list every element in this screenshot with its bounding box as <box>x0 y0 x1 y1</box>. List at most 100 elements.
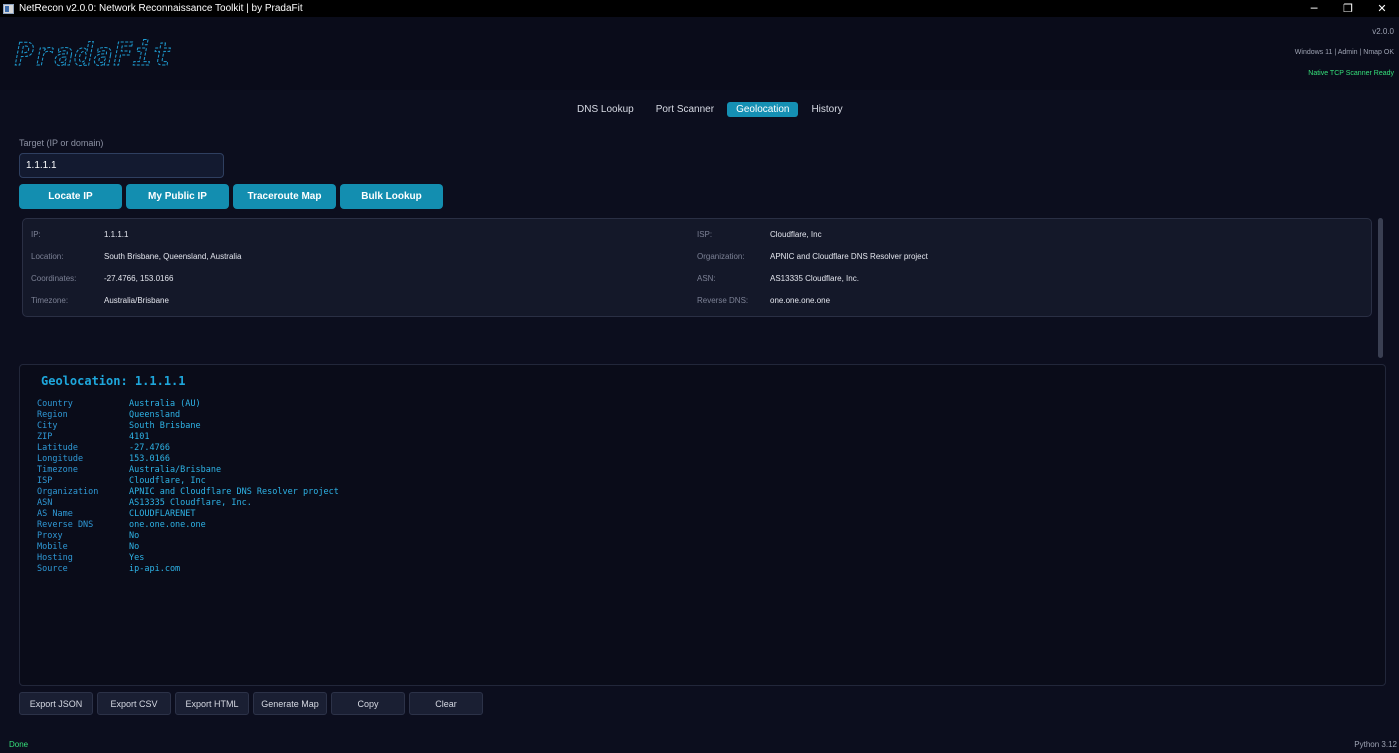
list-item: Organization APNIC and Cloudflare DNS Res… <box>37 487 437 498</box>
window-title: NetRecon v2.0.0: Network Reconnaissance … <box>19 3 303 14</box>
window-controls: ─ ❐ ✕ <box>1297 0 1399 17</box>
info-label: Reverse DNS: <box>697 296 749 305</box>
detail-value: Queensland <box>129 410 181 420</box>
info-value: 1.1.1.1 <box>104 230 129 239</box>
minimize-button[interactable]: ─ <box>1297 0 1331 17</box>
list-item: Reverse DNS one.one.one.one <box>37 520 437 531</box>
detail-key: Organization <box>37 487 99 497</box>
detail-key: Region <box>37 410 68 420</box>
detail-value: APNIC and Cloudflare DNS Resolver projec… <box>129 487 339 497</box>
bulk-lookup-button[interactable]: Bulk Lookup <box>340 184 443 209</box>
traceroute-map-button[interactable]: Traceroute Map <box>233 184 336 209</box>
tab-history[interactable]: History <box>802 102 851 117</box>
scrollbar[interactable] <box>1378 218 1383 358</box>
export-json-button[interactable]: Export JSON <box>19 692 93 715</box>
list-item: Mobile No <box>37 542 437 553</box>
system-info: Windows 11 | Admin | Nmap OK <box>1294 49 1394 56</box>
detail-value: one.one.one.one <box>129 520 206 530</box>
info-label: Organization: <box>697 252 745 261</box>
detail-value: AS13335 Cloudflare, Inc. <box>129 498 252 508</box>
geo-info-card: IP: 1.1.1.1 Location: South Brisbane, Qu… <box>22 218 1372 317</box>
export-buttons: Export JSON Export CSV Export HTML Gener… <box>19 692 483 715</box>
python-version: Python 3.12 <box>1354 740 1397 749</box>
list-item: Country Australia (AU) <box>37 399 437 410</box>
detail-key: Latitude <box>37 443 78 453</box>
info-value: Cloudflare, Inc <box>770 230 822 239</box>
list-item: Longitude 153.0166 <box>37 454 437 465</box>
detail-key: City <box>37 421 58 431</box>
detail-value: 153.0166 <box>129 454 170 464</box>
clear-button[interactable]: Clear <box>409 692 483 715</box>
app-icon <box>3 3 14 14</box>
info-label: Coordinates: <box>31 274 77 283</box>
target-label: Target (IP or domain) <box>19 138 104 148</box>
detail-value: ip-api.com <box>129 564 181 574</box>
logo-text: PradaFit <box>15 37 172 73</box>
list-item: Hosting Yes <box>37 553 437 564</box>
detail-key: Longitude <box>37 454 84 464</box>
info-label: ISP: <box>697 230 713 239</box>
detail-value: Australia (AU) <box>129 399 201 409</box>
list-item: Region Queensland <box>37 410 437 421</box>
detail-value: Cloudflare, Inc <box>129 476 206 486</box>
info-label: Location: <box>31 252 64 261</box>
tab-geolocation[interactable]: Geolocation <box>727 102 799 117</box>
console-title: Geolocation: 1.1.1.1 <box>41 374 186 388</box>
close-button[interactable]: ✕ <box>1365 0 1399 17</box>
detail-value: South Brisbane <box>129 421 201 431</box>
logo: PradaFit <box>15 37 172 73</box>
header-meta: v2.0.0 Windows 11 | Admin | Nmap OK Nati… <box>1295 27 1394 77</box>
list-item: ASN AS13335 Cloudflare, Inc. <box>37 498 437 509</box>
detail-key: Reverse DNS <box>37 520 94 530</box>
tab-port-scanner[interactable]: Port Scanner <box>647 102 723 117</box>
locate-ip-button[interactable]: Locate IP <box>19 184 122 209</box>
detail-value: No <box>129 542 140 552</box>
list-item: Source ip-api.com <box>37 564 437 575</box>
status-text: Done <box>9 740 29 749</box>
output-console[interactable]: Geolocation: 1.1.1.1 Country Australia (A… <box>19 364 1386 686</box>
copy-button[interactable]: Copy <box>331 692 405 715</box>
info-value: one.one.one.one <box>770 296 831 305</box>
detail-key: Mobile <box>37 542 68 552</box>
detail-key: ASN <box>37 498 53 508</box>
list-item: Proxy No <box>37 531 437 542</box>
status-bar: Done Python 3.12 <box>0 737 1399 753</box>
tab-dns-lookup[interactable]: DNS Lookup <box>568 102 643 117</box>
detail-key: ISP <box>37 476 53 486</box>
detail-value: Australia/Brisbane <box>129 465 222 475</box>
info-value: APNIC and Cloudflare DNS Resolver projec… <box>770 252 928 261</box>
export-csv-button[interactable]: Export CSV <box>97 692 171 715</box>
list-item: Timezone Australia/Brisbane <box>37 465 437 476</box>
detail-key: Proxy <box>37 531 63 541</box>
detail-value: Yes <box>129 553 145 563</box>
list-item: AS Name CLOUDFLARENET <box>37 509 437 520</box>
info-label: ASN: <box>697 274 716 283</box>
detail-key: ZIP <box>37 432 53 442</box>
detail-key: AS Name <box>37 509 73 519</box>
list-item: City South Brisbane <box>37 421 437 432</box>
detail-value: -27.4766 <box>129 443 170 453</box>
detail-key: Timezone <box>37 465 78 475</box>
info-label: IP: <box>31 230 41 239</box>
info-value: -27.4766, 153.0166 <box>104 274 174 283</box>
detail-key: Hosting <box>37 553 73 563</box>
detail-value: 4101 <box>129 432 150 442</box>
geo-details-list: Country Australia (AU) Region Queensland C… <box>37 399 437 575</box>
generate-map-button[interactable]: Generate Map <box>253 692 327 715</box>
list-item: ZIP 4101 <box>37 432 437 443</box>
list-item: Latitude -27.4766 <box>37 443 437 454</box>
export-html-button[interactable]: Export HTML <box>175 692 249 715</box>
action-buttons: Locate IP My Public IP Traceroute Map Bu… <box>19 184 443 209</box>
detail-value: No <box>129 531 140 541</box>
info-value: South Brisbane, Queensland, Australia <box>104 252 242 261</box>
detail-key: Country <box>37 399 73 409</box>
target-input[interactable] <box>19 153 224 178</box>
tab-bar: DNS Lookup Port Scanner Geolocation Hist… <box>568 102 852 117</box>
my-public-ip-button[interactable]: My Public IP <box>126 184 229 209</box>
info-label: Timezone: <box>31 296 69 305</box>
info-value: Australia/Brisbane <box>104 296 169 305</box>
list-item: ISP Cloudflare, Inc <box>37 476 437 487</box>
scanner-status: Native TCP Scanner Ready <box>1308 70 1394 77</box>
maximize-button[interactable]: ❐ <box>1331 0 1365 17</box>
detail-key: Source <box>37 564 68 574</box>
